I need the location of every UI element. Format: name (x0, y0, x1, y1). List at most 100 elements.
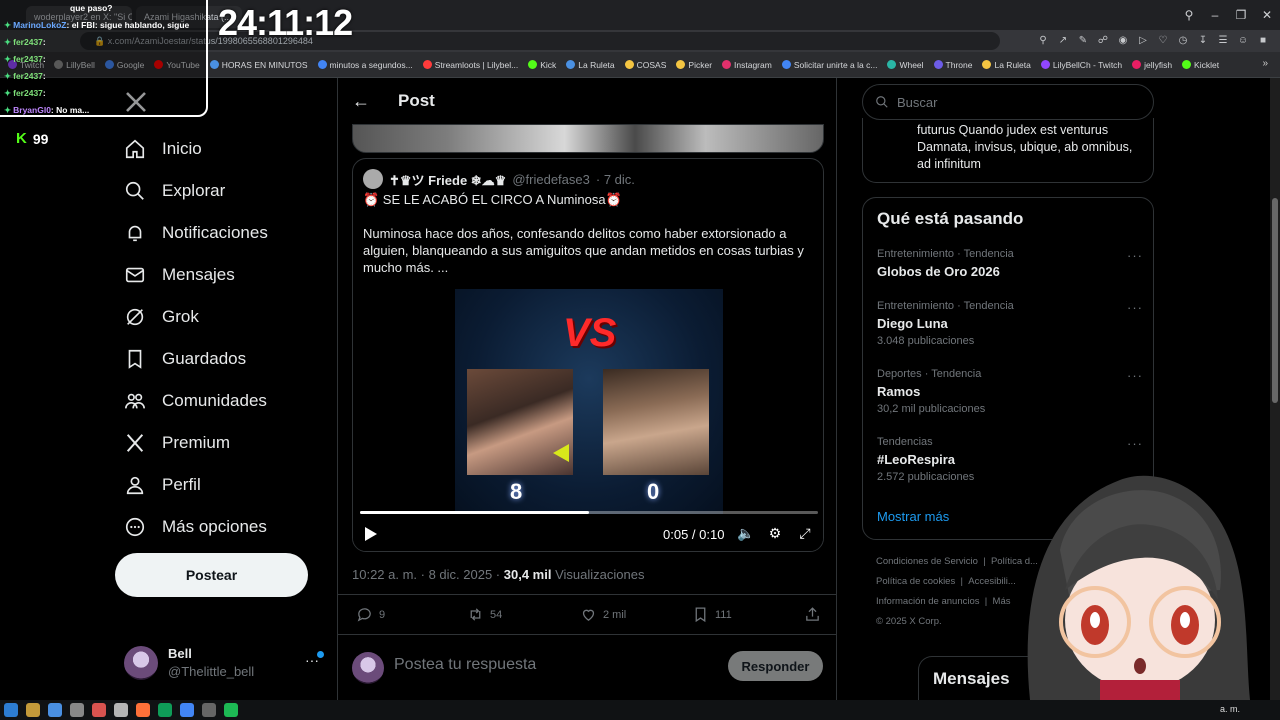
app-icon[interactable] (70, 703, 84, 717)
video-time: 0:05 / 0:10 (663, 527, 725, 542)
browser-icon[interactable] (92, 703, 106, 717)
folder-icon[interactable] (26, 703, 40, 717)
bookmark-item[interactable]: minutos a segundos... (317, 60, 413, 70)
edge-icon[interactable] (158, 703, 172, 717)
bookmark-item[interactable]: La Ruleta (982, 60, 1031, 70)
post-timestamp[interactable]: 10:22 a. m. · 8 dic. 2025 · (352, 567, 500, 582)
search-input[interactable]: Buscar (862, 84, 1154, 120)
download-icon[interactable]: ↧ (1196, 33, 1210, 47)
footer-link[interactable]: Información de anuncios (876, 596, 980, 607)
bookmarks-overflow-icon[interactable]: » (1262, 58, 1268, 69)
sidebar-item-comunidades[interactable]: Comunidades (118, 380, 268, 422)
footer-link[interactable]: Política de cookies (876, 576, 955, 587)
bookmark-item[interactable]: Streamloots | Lilybel... (422, 60, 518, 70)
show-more-link[interactable]: Mostrar más (877, 509, 949, 524)
trend-item[interactable]: Entretenimiento · Tendencia Diego Luna 3.0… (877, 300, 1143, 347)
heart-icon[interactable]: ♡ (1156, 33, 1170, 47)
sidebar-item-inicio[interactable]: Inicio (118, 128, 268, 170)
close-icon[interactable]: ✕ (1254, 0, 1280, 30)
quoted-author-name[interactable]: ✝♛ツ Friede ❄☁♛ (389, 170, 506, 189)
account-switcher[interactable]: Bell @Thelittle_bell ··· (124, 644, 324, 684)
bookmark-item[interactable]: Throne (933, 60, 972, 70)
previous-post-media[interactable] (352, 124, 824, 153)
settings-gear-icon[interactable]: ⚙ (766, 525, 784, 543)
quoted-post[interactable]: ✝♛ツ Friede ❄☁♛ @friedefase3 · 7 dic. ⏰ S… (352, 158, 824, 552)
more-icon[interactable]: ··· (1127, 248, 1143, 263)
post-button[interactable]: Postear (115, 553, 308, 597)
fullscreen-icon[interactable]: ⤢ (796, 525, 814, 543)
app-icon[interactable] (48, 703, 62, 717)
pin-icon[interactable]: ◉ (1116, 33, 1130, 47)
sidebar-item-notificaciones[interactable]: Notificaciones (118, 212, 268, 254)
minimize-icon[interactable]: – (1202, 0, 1228, 30)
sidebar-item-explorar[interactable]: Explorar (118, 170, 268, 212)
more-icon[interactable]: ··· (1127, 368, 1143, 383)
share-icon[interactable]: ↗ (1056, 33, 1070, 47)
bookmark-item[interactable]: Kick (528, 60, 556, 70)
trend-item[interactable]: Entretenimiento · Tendencia Globos de Oro… (877, 248, 1143, 279)
bookmark-item[interactable]: COSAS (624, 60, 666, 70)
spotify-icon[interactable] (224, 703, 238, 717)
bookmark-item[interactable]: LilyBellCh - Twitch (1040, 60, 1122, 70)
video-player[interactable]: VS 8 0 0:05 / 0:10 🔈 ⚙ ⤢ (353, 289, 823, 551)
main-column: ← Post ✝♛ツ Friede ❄☁♛ @friedefase3 · 7 d… (337, 78, 837, 700)
chat-text: que paso? (70, 3, 113, 13)
video-photo-right (603, 369, 709, 475)
back-arrow-icon[interactable]: ← (352, 91, 370, 112)
maximize-icon[interactable]: ❐ (1228, 0, 1254, 30)
footer-link[interactable]: Condiciones de Servicio (876, 556, 978, 567)
avatar[interactable] (363, 169, 383, 189)
video-frame[interactable]: VS 8 0 (455, 289, 723, 514)
bookmark-item[interactable]: Instagram (722, 60, 772, 70)
sidebar-item-grok[interactable]: Grok (118, 296, 268, 338)
quoted-author-handle[interactable]: @friedefase3 (512, 172, 590, 187)
start-icon[interactable] (4, 703, 18, 717)
menu-icon[interactable]: ☰ (1216, 33, 1230, 47)
bookmark-item[interactable]: La Ruleta (566, 60, 615, 70)
sidebar-item-perfil[interactable]: Perfil (118, 464, 268, 506)
play-icon[interactable]: ▷ (1136, 33, 1150, 47)
app-icon[interactable] (114, 703, 128, 717)
volume-mute-icon[interactable]: 🔈 (737, 525, 755, 543)
page-scrollbar[interactable] (1270, 78, 1280, 700)
post-actions: 9 54 2 mil 111 (352, 606, 824, 626)
views-count: 30,4 mil (503, 567, 552, 582)
bookmark-item[interactable]: jellyfish (1132, 60, 1172, 70)
bookmark-label: Wheel (899, 59, 924, 70)
bookmark-item[interactable]: Kicklet (1182, 60, 1219, 70)
app-icon[interactable] (202, 703, 216, 717)
repost-button[interactable]: 54 (467, 606, 502, 623)
chrome-icon[interactable] (180, 703, 194, 717)
sidebar-item-mensajes[interactable]: Mensajes (118, 254, 268, 296)
firefox-icon[interactable] (136, 703, 150, 717)
quoted-post-date[interactable]: · 7 dic. (596, 172, 635, 187)
reply-input[interactable]: Postea tu respuesta (394, 656, 536, 674)
share-button[interactable] (804, 606, 821, 623)
search-tabs-icon[interactable]: ⚲ (1176, 0, 1202, 30)
clock-icon[interactable]: ◷ (1176, 33, 1190, 47)
extension-icon[interactable]: ■ (1256, 33, 1270, 47)
video-progress-bar[interactable] (360, 511, 818, 514)
bookmark-item[interactable]: Wheel (887, 59, 924, 70)
zoom-icon[interactable]: ⚲ (1036, 33, 1050, 47)
edit-icon[interactable]: ✎ (1076, 33, 1090, 47)
reply-submit-button[interactable]: Responder (728, 651, 823, 681)
sidebar-item-m-s-opciones[interactable]: Más opciones (118, 506, 268, 548)
quoted-post-body: Numinosa hace dos años, confesando delit… (363, 226, 804, 275)
trend-item[interactable]: Deportes · Tendencia Ramos 30,2 mil public… (877, 368, 1143, 415)
more-icon[interactable]: ··· (1127, 300, 1143, 315)
post-meta: 10:22 a. m. · 8 dic. 2025 · 30,4 mil Vis… (352, 567, 644, 582)
bookmark-button[interactable]: 111 (692, 606, 732, 623)
reply-button[interactable]: 9 (356, 606, 385, 623)
play-icon[interactable] (365, 527, 377, 541)
bookmark-item[interactable]: Picker (676, 60, 712, 70)
bookmark-item[interactable]: HORAS EN MINUTOS (209, 60, 308, 70)
sidebar-item-premium[interactable]: Premium (118, 422, 268, 464)
shield-icon[interactable]: ☍ (1096, 33, 1110, 47)
chat-badge-icon: ✦ (4, 88, 12, 98)
like-button[interactable]: 2 mil (580, 606, 626, 623)
profile-icon[interactable]: ☺ (1236, 33, 1250, 47)
scrollbar-thumb[interactable] (1272, 198, 1278, 403)
sidebar-item-guardados[interactable]: Guardados (118, 338, 268, 380)
bookmark-item[interactable]: Solicitar unirte a la c... (781, 60, 877, 70)
